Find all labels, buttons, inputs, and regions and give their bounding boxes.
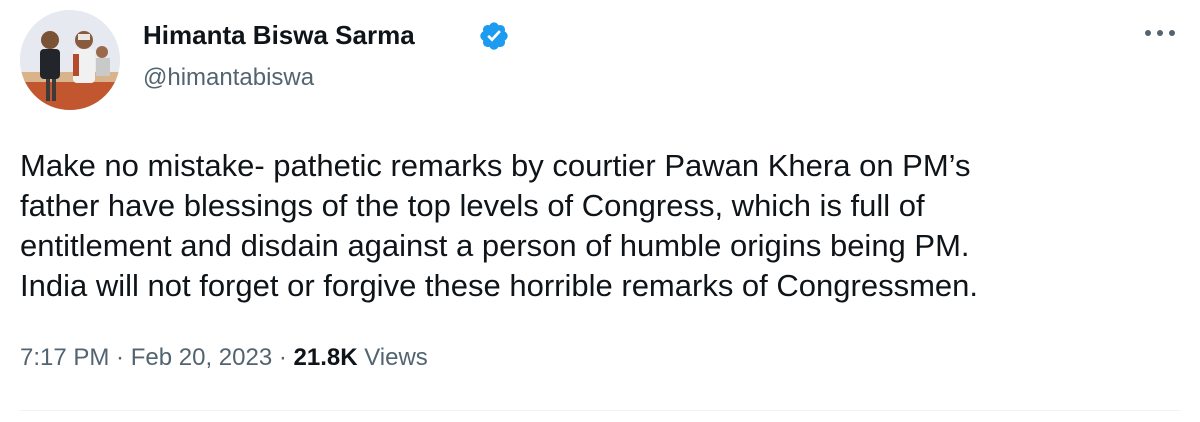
- avatar[interactable]: [20, 10, 120, 110]
- meta-separator: ·: [272, 344, 294, 371]
- tweet-text-line: entitlement and disdain against a person…: [20, 228, 970, 263]
- meta-separator: ·: [109, 344, 131, 371]
- avatar-photo: [20, 10, 120, 110]
- tweet-metadata: 7:17 PM · Feb 20, 2023 · 21.8K Views: [20, 341, 428, 375]
- tweet-card: Himanta Biswa Sarma @himantabiswa Make n…: [0, 0, 1200, 422]
- more-options-icon: [1145, 30, 1175, 36]
- views-label: Views: [357, 344, 428, 371]
- verified-badge-icon: [478, 20, 510, 52]
- author-display-name[interactable]: Himanta Biswa Sarma: [143, 18, 415, 52]
- views-count: 21.8K: [293, 344, 358, 371]
- tweet-text-line: father have blessings of the top levels …: [20, 188, 925, 223]
- more-options-button[interactable]: [1140, 16, 1180, 50]
- tweet-time[interactable]: 7:17 PM: [20, 344, 109, 371]
- tweet-text-line: India will not forget or forgive these h…: [20, 268, 978, 303]
- tweet-date[interactable]: Feb 20, 2023: [131, 344, 272, 371]
- author-handle[interactable]: @himantabiswa: [143, 62, 314, 94]
- tweet-text: Make no mistake- pathetic remarks by cou…: [20, 146, 1180, 306]
- tweet-text-line: Make no mistake- pathetic remarks by cou…: [20, 148, 971, 183]
- divider: [20, 410, 1180, 411]
